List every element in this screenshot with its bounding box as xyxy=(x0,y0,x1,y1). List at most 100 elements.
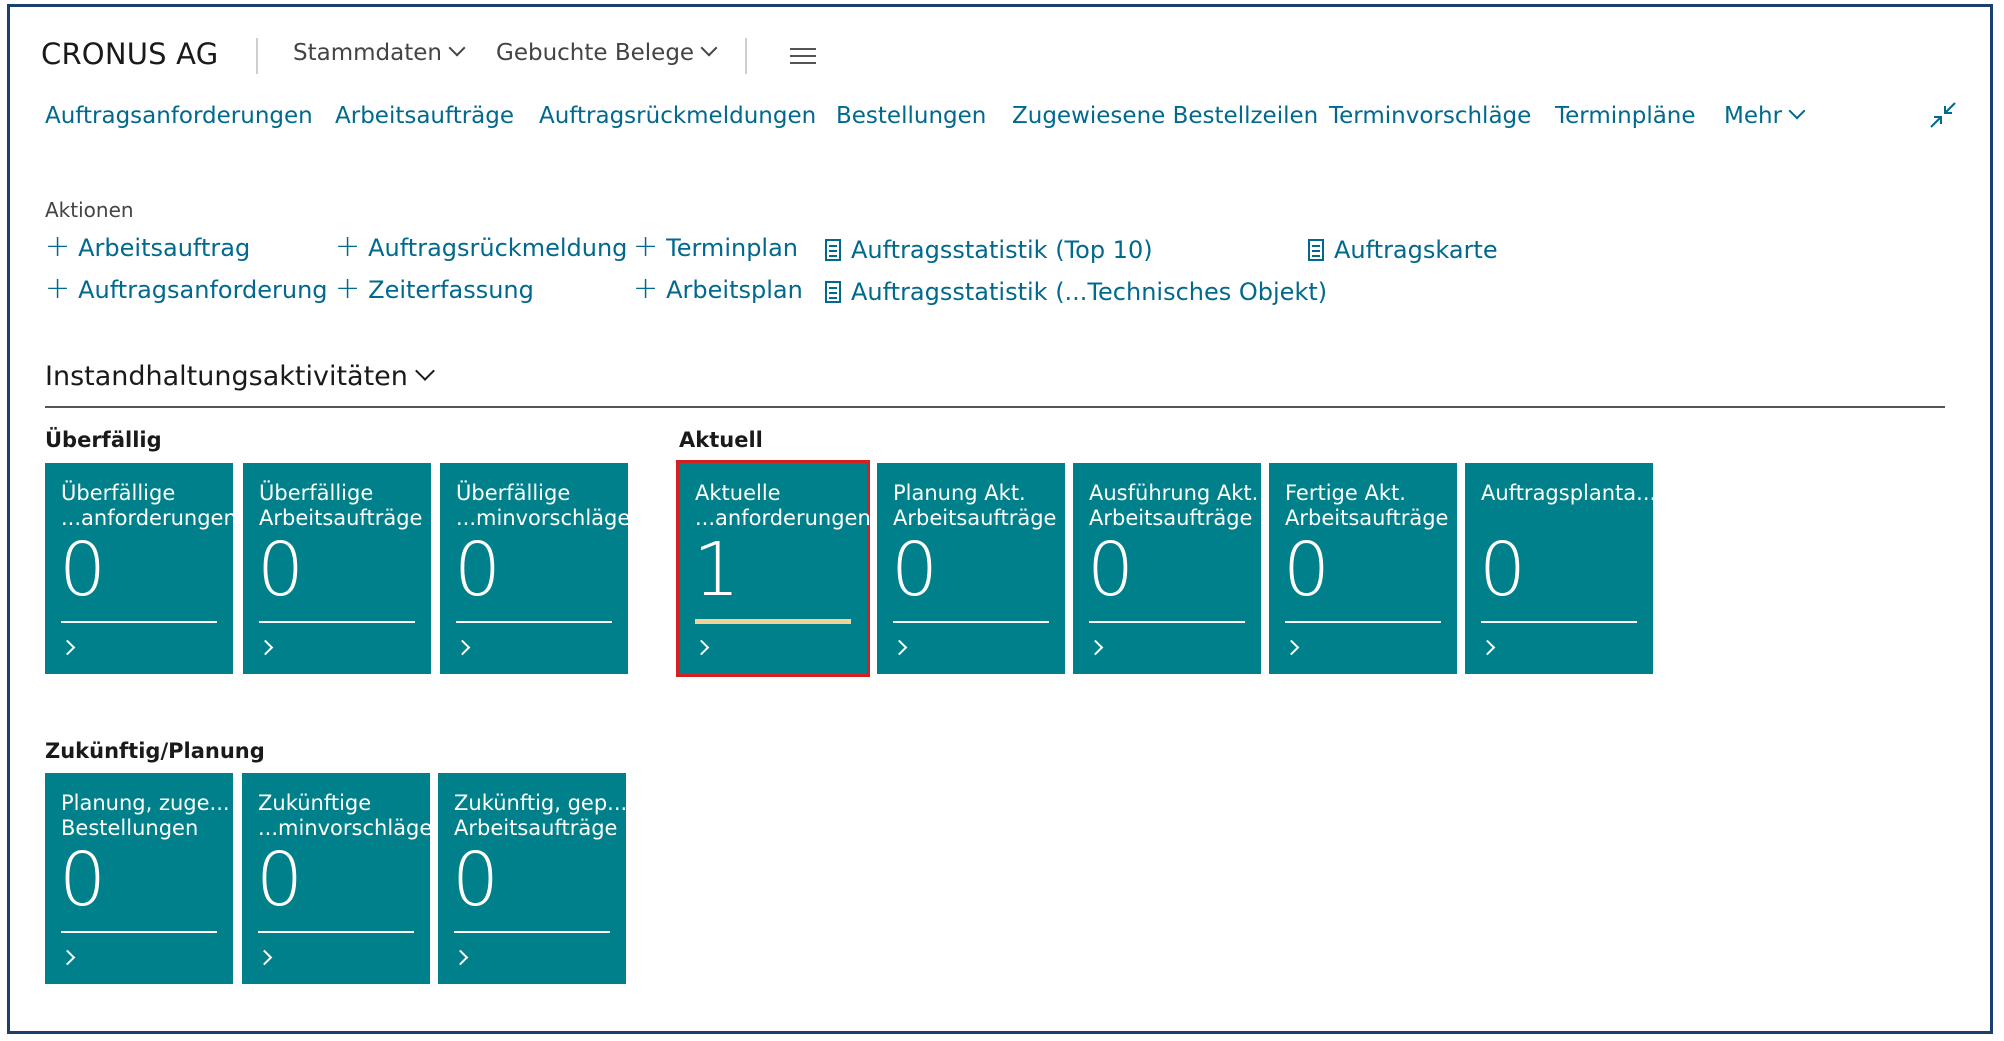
chevron-right-icon xyxy=(59,639,76,656)
plus-icon: + xyxy=(45,229,71,264)
tile-value: 0 xyxy=(1283,527,1331,613)
tile-ueberfaellige-terminvorschlaege[interactable]: Überfällige ...minvorschläge 0 xyxy=(440,463,630,674)
action-auftragsanforderung[interactable]: + Auftragsanforderung xyxy=(45,271,328,306)
action-auftragsrueckmeldung[interactable]: + Auftragsrückmeldung xyxy=(335,229,628,264)
menu-stammdaten-label: Stammdaten xyxy=(293,40,442,66)
group-title-ueberfaellig: Überfällig xyxy=(45,428,162,452)
nav-link-mehr-label: Mehr xyxy=(1724,103,1783,129)
tile-ueberfaellige-anforderungen[interactable]: Überfällige ...anforderungen 0 xyxy=(45,463,237,674)
tile-value: 0 xyxy=(1087,527,1135,613)
chevron-right-icon xyxy=(1283,639,1300,656)
tile-indicator xyxy=(893,621,1049,623)
tile-value: 0 xyxy=(59,527,107,613)
tile-value: 0 xyxy=(454,527,502,613)
action-terminplan[interactable]: + Terminplan xyxy=(633,229,799,264)
tile-planung-zugewiesene-bestellungen[interactable]: Planung, zuge... Bestellungen 0 xyxy=(45,773,233,984)
action-arbeitsplan[interactable]: + Arbeitsplan xyxy=(633,274,803,305)
tile-ausfuehrung-akt-arbeitsauftraege[interactable]: Ausführung Akt. Arbeitsaufträge 0 xyxy=(1073,463,1261,674)
tile-aktuelle-anforderungen[interactable]: Aktuelle ...anforderungen 1 xyxy=(676,460,871,677)
tile-caption: Aktuelle xyxy=(695,481,781,505)
tile-zukuenftig-geplante-arbeitsauftraege[interactable]: Zukünftig, gep... Arbeitsaufträge 0 xyxy=(438,773,628,984)
chevron-right-icon xyxy=(693,639,710,656)
chevron-down-icon xyxy=(448,39,466,57)
action-arbeitsplan-label: Arbeitsplan xyxy=(666,276,803,304)
tile-caption: Auftragsplanta... xyxy=(1481,481,1657,505)
action-auftragsrueckmeldung-label: Auftragsrückmeldung xyxy=(368,234,628,262)
action-auftragsstatistik-top10[interactable]: Auftragsstatistik (Top 10) xyxy=(825,236,1153,264)
chevron-down-icon xyxy=(415,361,435,381)
actions-label: Aktionen xyxy=(45,198,134,222)
menu-stammdaten[interactable]: Stammdaten xyxy=(293,39,466,66)
tile-value: 0 xyxy=(256,837,304,923)
nav-link-auftragsrueckmeldungen[interactable]: Auftragsrückmeldungen xyxy=(539,103,816,129)
nav-link-zugewiesene-bestellzeilen[interactable]: Zugewiesene Bestellzeilen xyxy=(1012,103,1318,129)
tile-value: 1 xyxy=(693,527,741,613)
action-auftragskarte[interactable]: Auftragskarte xyxy=(1308,236,1498,264)
tile-caption: Überfällige xyxy=(61,481,176,505)
company-name[interactable]: CRONUS AG xyxy=(41,37,218,71)
tile-indicator xyxy=(258,931,414,933)
tile-value: 0 xyxy=(59,837,107,923)
tile-indicator xyxy=(61,931,217,933)
menu-gebuchte-belege[interactable]: Gebuchte Belege xyxy=(496,39,718,66)
tile-caption: Zukünftig, gep... xyxy=(454,791,628,815)
action-zeiterfassung[interactable]: + Zeiterfassung xyxy=(335,271,534,306)
tile-zukuenftige-terminvorschlaege[interactable]: Zukünftige ...minvorschläge 0 xyxy=(242,773,432,984)
chevron-down-icon xyxy=(1788,102,1806,120)
menu-gebuchte-belege-label: Gebuchte Belege xyxy=(496,40,695,66)
header-divider xyxy=(745,38,747,74)
action-arbeitsauftrag[interactable]: + Arbeitsauftrag xyxy=(45,229,251,264)
tile-indicator xyxy=(695,619,851,624)
group-title-zukuenftig-planung: Zukünftig/Planung xyxy=(45,739,265,763)
plus-icon: + xyxy=(335,229,361,264)
tile-caption: Fertige Akt. xyxy=(1285,481,1406,505)
action-auftragsanforderung-label: Auftragsanforderung xyxy=(78,276,328,304)
tile-fertige-akt-arbeitsauftraege[interactable]: Fertige Akt. Arbeitsaufträge 0 xyxy=(1269,463,1457,674)
chevron-right-icon xyxy=(891,639,908,656)
plus-icon: + xyxy=(45,271,71,306)
header-divider xyxy=(256,38,258,74)
chevron-right-icon xyxy=(454,639,471,656)
tile-value: 0 xyxy=(452,837,500,923)
action-auftragskarte-label: Auftragskarte xyxy=(1334,236,1498,264)
nav-link-arbeitsauftraege[interactable]: Arbeitsaufträge xyxy=(335,103,514,129)
group-title-aktuell: Aktuell xyxy=(679,428,763,452)
hamburger-menu-icon[interactable] xyxy=(790,48,816,69)
tile-value: 0 xyxy=(257,527,305,613)
report-icon xyxy=(1308,239,1324,261)
action-auftragsstatistik-technisches-objekt[interactable]: Auftragsstatistik (...Technisches Objekt… xyxy=(825,278,1327,306)
plus-icon: + xyxy=(335,271,361,306)
tile-caption: Überfällige xyxy=(456,481,571,505)
section-divider xyxy=(45,406,1945,408)
plus-icon: + xyxy=(633,229,659,264)
chevron-right-icon xyxy=(1087,639,1104,656)
activities-title[interactable]: Instandhaltungsaktivitäten xyxy=(45,361,435,392)
report-icon xyxy=(825,281,841,303)
nav-link-bestellungen[interactable]: Bestellungen xyxy=(836,103,986,129)
tile-caption: Planung, zuge... xyxy=(61,791,230,815)
tile-value: 0 xyxy=(891,527,939,613)
tile-indicator xyxy=(61,621,217,623)
action-auftragsstatistik-technisches-objekt-label: Auftragsstatistik (...Technisches Objekt… xyxy=(851,278,1328,306)
tile-ueberfaellige-arbeitsauftraege[interactable]: Überfällige Arbeitsaufträge 0 xyxy=(243,463,431,674)
tile-auftragsplantafel[interactable]: Auftragsplanta... 0 xyxy=(1465,463,1657,674)
tile-indicator xyxy=(259,621,415,623)
action-arbeitsauftrag-label: Arbeitsauftrag xyxy=(78,234,251,262)
tile-indicator xyxy=(456,621,612,623)
action-zeiterfassung-label: Zeiterfassung xyxy=(368,276,534,304)
action-auftragsstatistik-top10-label: Auftragsstatistik (Top 10) xyxy=(851,236,1153,264)
tile-indicator xyxy=(1481,621,1637,623)
tile-value: 0 xyxy=(1479,527,1527,613)
nav-link-terminplaene[interactable]: Terminpläne xyxy=(1555,103,1696,129)
nav-link-mehr[interactable]: Mehr xyxy=(1724,102,1806,129)
chevron-right-icon xyxy=(59,949,76,966)
chevron-right-icon xyxy=(257,639,274,656)
nav-link-auftragsanforderungen[interactable]: Auftragsanforderungen xyxy=(45,103,313,129)
report-icon xyxy=(825,239,841,261)
action-terminplan-label: Terminplan xyxy=(666,234,799,262)
collapse-icon[interactable] xyxy=(1929,101,1957,129)
chevron-right-icon xyxy=(256,949,273,966)
chevron-right-icon xyxy=(452,949,469,966)
nav-link-terminvorschlaege[interactable]: Terminvorschläge xyxy=(1329,103,1531,129)
tile-planung-akt-arbeitsauftraege[interactable]: Planung Akt. Arbeitsaufträge 0 xyxy=(877,463,1065,674)
